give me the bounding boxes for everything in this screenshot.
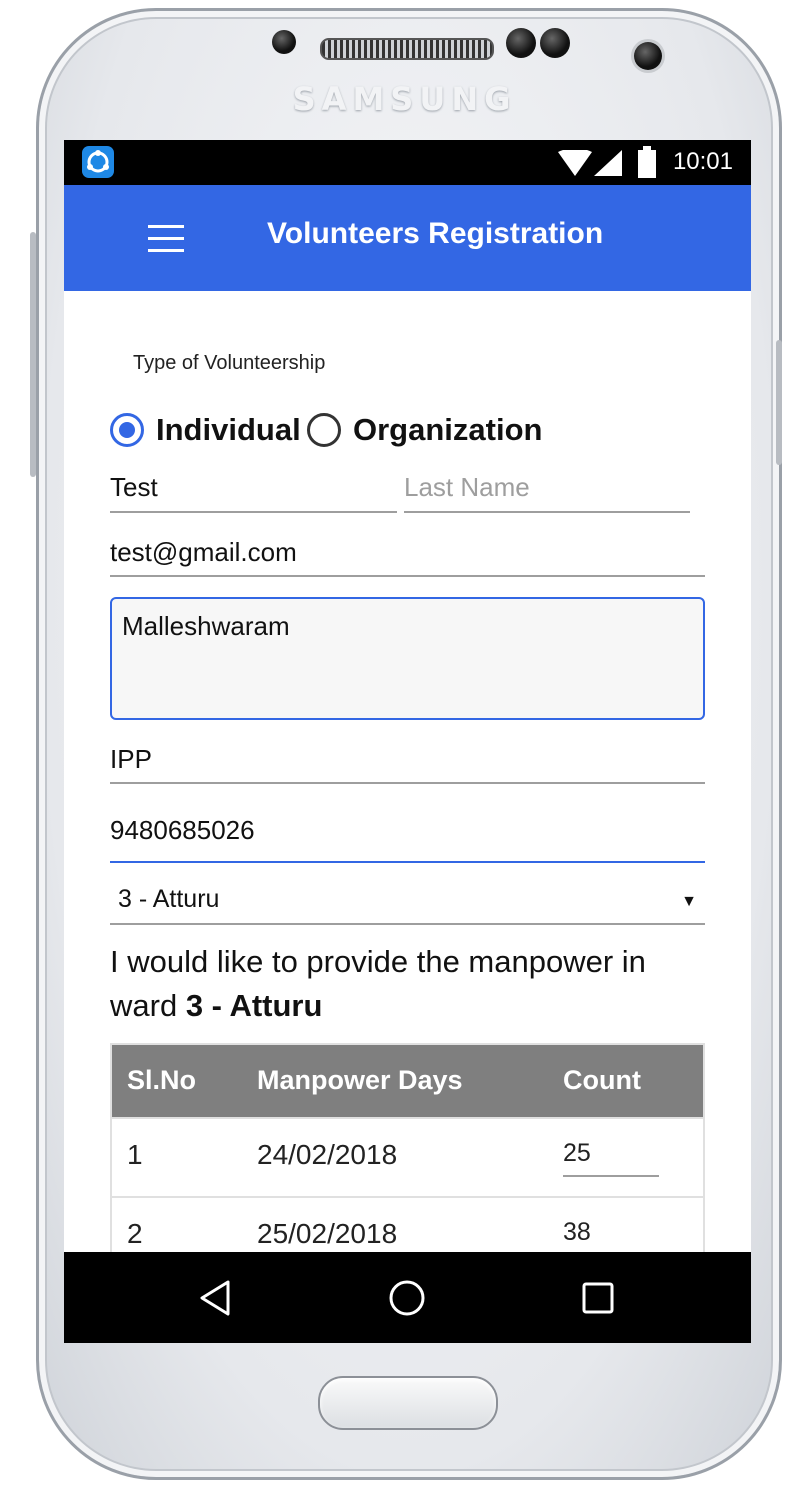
row-date: 24/02/2018 [257, 1139, 398, 1170]
row-date: 25/02/2018 [257, 1218, 398, 1249]
home-icon[interactable] [385, 1276, 429, 1320]
individual-radio-label[interactable]: Individual [156, 412, 301, 448]
manpower-table: Sl.No Manpower Days Count 1 24/02/2018 2… [110, 1043, 705, 1277]
app-bar: Volunteers Registration [64, 185, 751, 291]
phone-field[interactable]: 9480685026 [110, 815, 705, 863]
shareit-icon[interactable] [82, 146, 114, 178]
phone-value: 9480685026 [110, 815, 255, 845]
signal-icon [594, 150, 622, 176]
front-sensor-icon [272, 30, 296, 54]
power-button [776, 340, 782, 465]
first-name-value: Test [110, 472, 158, 502]
address-value: Malleshwaram [122, 611, 290, 641]
ward-select-value: 3 - Atturu [118, 885, 220, 913]
organization-radio-label[interactable]: Organization [353, 412, 542, 448]
manpower-statement: I would like to provide the manpower in … [110, 940, 710, 1028]
column-header-slno: Sl.No [127, 1065, 197, 1095]
clock: 10:01 [672, 148, 733, 175]
row-slno: 2 [127, 1218, 143, 1249]
light-sensor-icon [540, 28, 570, 58]
count-input[interactable]: 38 [563, 1218, 659, 1256]
organization-radio[interactable] [307, 413, 341, 447]
recent-apps-icon[interactable] [576, 1276, 620, 1320]
organization-field[interactable]: IPP [110, 744, 705, 784]
page-title: Volunteers Registration [267, 217, 604, 250]
volunteership-type-label: Type of Volunteership [133, 352, 326, 374]
back-icon[interactable] [194, 1276, 238, 1320]
count-input[interactable]: 25 [563, 1139, 659, 1177]
battery-icon [638, 146, 656, 178]
email-value: test@gmail.com [110, 537, 297, 567]
hamburger-menu-icon[interactable] [148, 225, 184, 253]
table-header: Sl.No Manpower Days Count [112, 1045, 703, 1117]
dropdown-arrow-icon: ▼ [681, 893, 697, 910]
column-header-manpower-days: Manpower Days [257, 1065, 463, 1095]
row-slno: 1 [127, 1139, 143, 1170]
organization-value: IPP [110, 744, 152, 774]
volume-button [30, 232, 36, 477]
email-field[interactable]: test@gmail.com [110, 537, 705, 577]
address-textarea[interactable]: Malleshwaram [110, 597, 705, 720]
manpower-ward: 3 - Atturu [185, 988, 323, 1023]
hardware-home-button[interactable] [318, 1376, 498, 1430]
proximity-sensor-icon [506, 28, 536, 58]
last-name-field[interactable]: Last Name [404, 472, 690, 513]
individual-radio[interactable] [110, 413, 144, 447]
front-camera-icon [634, 42, 662, 70]
status-bar: 10:01 [64, 140, 751, 185]
navigation-bar [64, 1252, 751, 1343]
table-row: 1 24/02/2018 25 [112, 1117, 703, 1196]
column-header-count: Count [563, 1065, 641, 1095]
wifi-icon [558, 150, 592, 176]
first-name-field[interactable]: Test [110, 472, 397, 513]
last-name-placeholder: Last Name [404, 472, 530, 502]
screen: 10:01 Volunteers Registration Type of Vo… [64, 140, 751, 1343]
ward-select[interactable]: 3 - Atturu ▼ [110, 885, 705, 925]
earpiece-speaker [320, 38, 494, 60]
brand-logo: SAMSUNG [292, 80, 517, 118]
